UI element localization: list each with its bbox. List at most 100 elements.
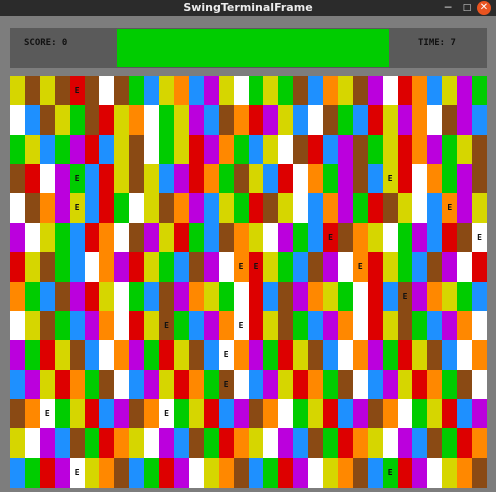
board-cell[interactable]: [323, 398, 339, 429]
board-cell[interactable]: [308, 457, 324, 488]
board-cell[interactable]: [99, 340, 115, 371]
board-cell[interactable]: [173, 222, 189, 253]
board-cell[interactable]: [144, 457, 160, 488]
board-cell[interactable]: [248, 428, 264, 459]
board-cell[interactable]: [323, 369, 339, 400]
board-cell[interactable]: [248, 105, 264, 136]
board-cell[interactable]: [293, 281, 309, 312]
board-cell[interactable]: [293, 76, 309, 106]
board-cell[interactable]: [99, 222, 115, 253]
board-cell[interactable]: [248, 281, 264, 312]
board-cell[interactable]: [24, 222, 40, 253]
board-cell[interactable]: [293, 340, 309, 371]
board-cell[interactable]: [397, 310, 413, 341]
game-board[interactable]: EEEEEEEEEEEEEEEEEEE: [10, 76, 488, 488]
board-cell[interactable]: [99, 252, 115, 283]
board-cell[interactable]: [263, 457, 279, 488]
board-cell[interactable]: [278, 76, 294, 106]
board-cell[interactable]: [188, 134, 204, 165]
board-cell[interactable]: [84, 428, 100, 459]
board-cell[interactable]: [308, 369, 324, 400]
board-cell[interactable]: [54, 310, 70, 341]
board-cell[interactable]: [367, 369, 383, 400]
board-cell[interactable]: [24, 369, 40, 400]
board-cell[interactable]: [84, 252, 100, 283]
board-cell[interactable]: [442, 340, 458, 371]
board-cell[interactable]: [427, 252, 443, 283]
board-cell[interactable]: [248, 193, 264, 224]
board-cell[interactable]: [248, 457, 264, 488]
board-cell[interactable]: [84, 134, 100, 165]
board-cell[interactable]: [472, 398, 488, 429]
board-cell[interactable]: [84, 369, 100, 400]
board-cell[interactable]: [173, 134, 189, 165]
board-cell[interactable]: [203, 193, 219, 224]
board-cell[interactable]: [188, 340, 204, 371]
board-cell[interactable]: [382, 281, 398, 312]
board-cell[interactable]: [457, 457, 473, 488]
board-cell[interactable]: [337, 105, 353, 136]
board-cell[interactable]: [367, 398, 383, 429]
board-cell[interactable]: [442, 222, 458, 253]
board-cell[interactable]: [218, 310, 234, 341]
board-cell[interactable]: [129, 222, 145, 253]
board-cell[interactable]: [159, 164, 175, 195]
board-cell[interactable]: [69, 222, 85, 253]
board-cell[interactable]: [39, 428, 55, 459]
board-cell[interactable]: [144, 164, 160, 195]
board-cell-marked[interactable]: E: [382, 457, 398, 488]
board-cell[interactable]: [173, 310, 189, 341]
board-cell[interactable]: [323, 134, 339, 165]
board-cell[interactable]: [233, 398, 249, 429]
board-cell[interactable]: [367, 252, 383, 283]
board-cell[interactable]: [248, 310, 264, 341]
board-cell[interactable]: [442, 134, 458, 165]
board-cell[interactable]: [397, 428, 413, 459]
board-cell[interactable]: [99, 134, 115, 165]
board-cell[interactable]: [293, 222, 309, 253]
board-cell[interactable]: [248, 340, 264, 371]
board-cell[interactable]: [457, 428, 473, 459]
board-cell[interactable]: [427, 457, 443, 488]
board-cell[interactable]: [24, 134, 40, 165]
board-cell[interactable]: [114, 222, 130, 253]
board-cell[interactable]: [84, 76, 100, 106]
board-cell[interactable]: [442, 105, 458, 136]
board-cell[interactable]: [39, 310, 55, 341]
board-cell[interactable]: [382, 76, 398, 106]
board-cell[interactable]: [54, 457, 70, 488]
board-cell[interactable]: [84, 193, 100, 224]
board-cell[interactable]: [367, 310, 383, 341]
board-cell[interactable]: [278, 105, 294, 136]
board-cell[interactable]: [203, 310, 219, 341]
board-cell[interactable]: [427, 340, 443, 371]
board-cell[interactable]: [144, 222, 160, 253]
board-cell[interactable]: [159, 76, 175, 106]
board-cell[interactable]: [159, 134, 175, 165]
board-cell[interactable]: [263, 398, 279, 429]
board-cell[interactable]: [442, 398, 458, 429]
board-cell[interactable]: [129, 457, 145, 488]
board-cell[interactable]: [203, 252, 219, 283]
board-cell[interactable]: [203, 76, 219, 106]
board-cell[interactable]: [10, 134, 25, 165]
board-cell[interactable]: [173, 281, 189, 312]
board-cell[interactable]: [457, 369, 473, 400]
board-cell[interactable]: [173, 76, 189, 106]
board-cell[interactable]: [412, 457, 428, 488]
board-cell[interactable]: [397, 193, 413, 224]
board-cell[interactable]: [337, 428, 353, 459]
board-cell[interactable]: [457, 252, 473, 283]
board-cell[interactable]: [188, 193, 204, 224]
board-cell[interactable]: [188, 222, 204, 253]
board-cell[interactable]: [159, 340, 175, 371]
board-cell[interactable]: [203, 457, 219, 488]
board-cell[interactable]: [39, 281, 55, 312]
board-cell[interactable]: [144, 369, 160, 400]
board-cell[interactable]: [293, 105, 309, 136]
board-cell[interactable]: [39, 222, 55, 253]
board-cell[interactable]: [114, 281, 130, 312]
board-cell[interactable]: [99, 76, 115, 106]
board-cell[interactable]: [10, 164, 25, 195]
board-cell[interactable]: [233, 193, 249, 224]
